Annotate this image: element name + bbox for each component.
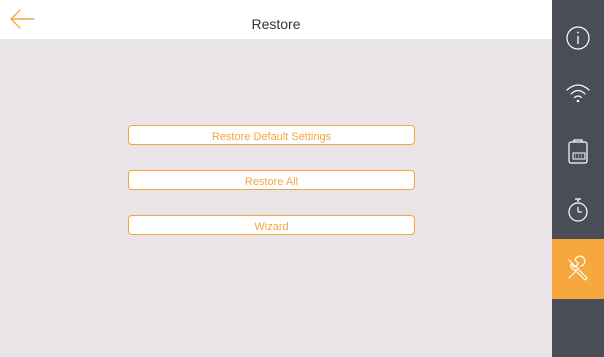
device-icon <box>568 139 588 164</box>
sidebar-item-timer[interactable] <box>552 180 604 240</box>
page-title: Restore <box>251 16 301 32</box>
sidebar-item-network[interactable] <box>552 63 604 123</box>
sidebar-item-device[interactable] <box>552 121 604 181</box>
wifi-icon <box>566 84 590 103</box>
tools-icon <box>568 255 588 281</box>
restore-all-button[interactable]: Restore All <box>128 170 415 190</box>
header-bar: Restore <box>0 0 552 39</box>
restore-default-settings-button[interactable]: Restore Default Settings <box>128 125 415 145</box>
sidebar-item-maintenance[interactable] <box>552 239 604 299</box>
sidebar <box>552 0 604 357</box>
timer-icon <box>568 198 588 222</box>
main-content: Restore Default Settings Restore All Wiz… <box>0 39 552 357</box>
info-icon <box>566 26 590 50</box>
sidebar-item-info[interactable] <box>552 8 604 68</box>
wizard-button[interactable]: Wizard <box>128 215 415 235</box>
